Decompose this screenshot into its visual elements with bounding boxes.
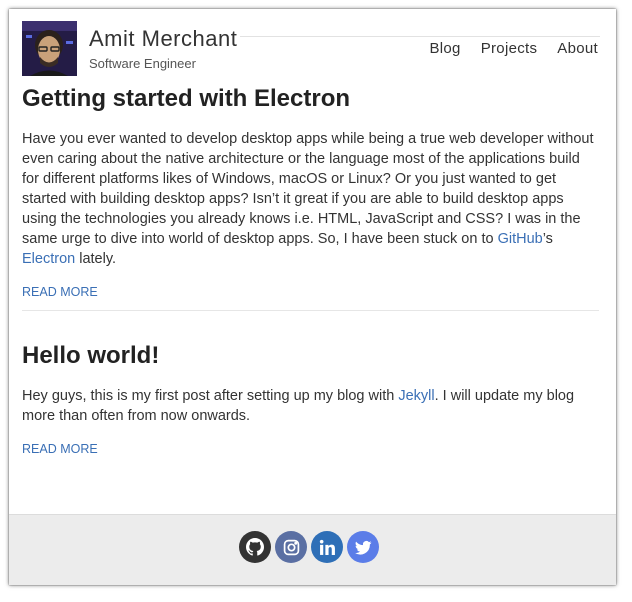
instagram-icon[interactable] (275, 531, 307, 563)
read-more-link[interactable]: READ MORE (22, 285, 98, 299)
nav-blog[interactable]: Blog (429, 40, 460, 57)
nav-about[interactable]: About (557, 40, 598, 57)
post-title[interactable]: Getting started with Electron (22, 85, 599, 113)
footer (9, 514, 616, 585)
post-excerpt: Have you ever wanted to develop desktop … (22, 131, 594, 267)
main-nav: Blog Projects About (429, 40, 598, 57)
post-divider (22, 310, 599, 311)
github-link[interactable]: GitHub (498, 231, 543, 247)
jekyll-link[interactable]: Jekyll (398, 388, 434, 404)
site-title[interactable]: Amit Merchant (89, 26, 237, 52)
header-divider (240, 36, 600, 37)
browser-page: Amit Merchant Software Engineer Blog Pro… (9, 9, 616, 585)
site-tagline: Software Engineer (89, 56, 196, 71)
read-more-link[interactable]: READ MORE (22, 442, 98, 456)
nav-projects[interactable]: Projects (481, 40, 538, 57)
post-item: Hello world! Hey guys, this is my first … (22, 342, 599, 458)
avatar[interactable] (22, 21, 77, 76)
post-title[interactable]: Hello world! (22, 342, 599, 370)
github-icon[interactable] (239, 531, 271, 563)
electron-link[interactable]: Electron (22, 251, 75, 267)
post-excerpt: Hey guys, this is my first post after se… (22, 388, 575, 424)
social-links (239, 531, 379, 563)
post-item: Getting started with Electron Have you e… (22, 85, 599, 301)
linkedin-icon[interactable] (311, 531, 343, 563)
twitter-icon[interactable] (347, 531, 379, 563)
